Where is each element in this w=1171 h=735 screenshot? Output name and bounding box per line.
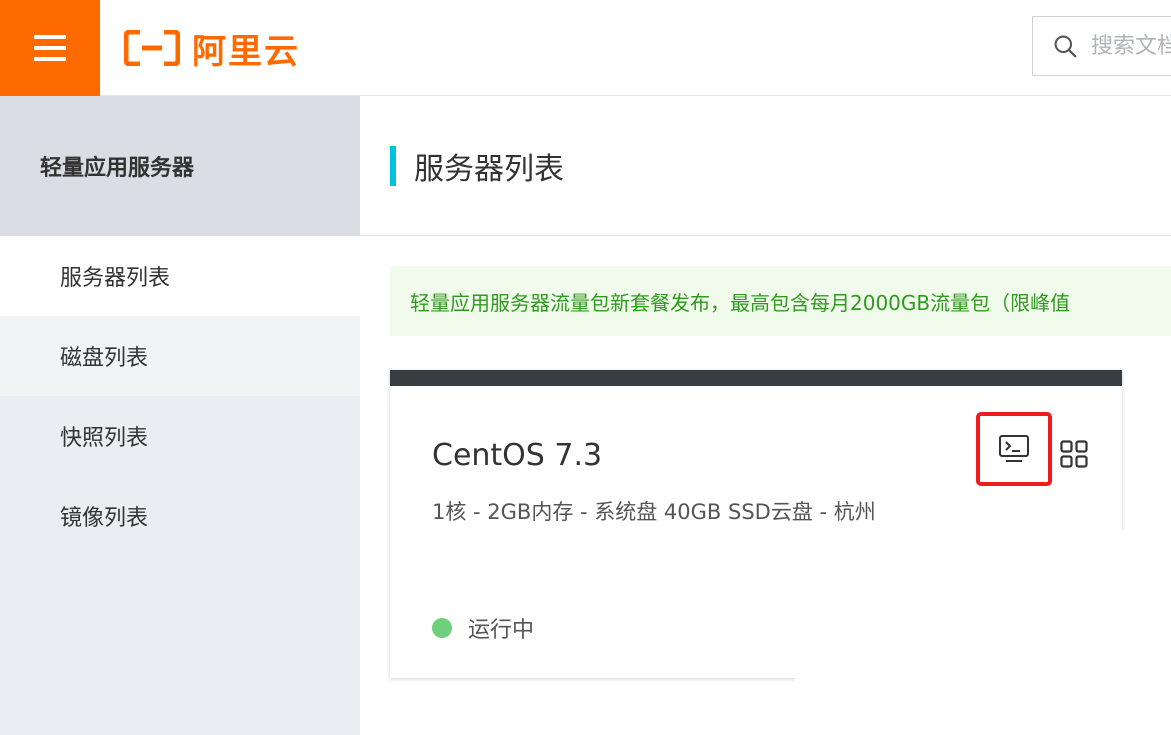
grid-icon[interactable] bbox=[1060, 440, 1088, 468]
server-status: 运行中 bbox=[432, 612, 534, 644]
search-icon bbox=[1054, 35, 1077, 58]
brand-logo[interactable]: 阿里云 bbox=[124, 24, 300, 72]
title-bar: 服务器列表 bbox=[360, 96, 1171, 236]
menu-button[interactable] bbox=[0, 0, 100, 96]
terminal-icon bbox=[999, 435, 1029, 462]
sidebar: 轻量应用服务器 服务器列表 磁盘列表 快照列表 镜像列表 bbox=[0, 96, 360, 735]
server-specs: 1核 - 2GB内存 - 系统盘 40GB SSD云盘 - 杭州 bbox=[432, 500, 876, 524]
search-input[interactable] bbox=[1091, 33, 1171, 59]
remote-connect-button[interactable] bbox=[976, 412, 1052, 486]
sidebar-item-snapshot-list[interactable]: 快照列表 bbox=[0, 396, 360, 476]
aliyun-logo-icon bbox=[124, 30, 180, 66]
sidebar-item-image-list[interactable]: 镜像列表 bbox=[0, 476, 360, 556]
status-dot bbox=[432, 618, 452, 638]
sidebar-item-server-list[interactable]: 服务器列表 bbox=[0, 236, 360, 316]
page-title: 服务器列表 bbox=[414, 151, 564, 187]
server-os-name: CentOS 7.3 bbox=[432, 438, 603, 473]
sidebar-title: 轻量应用服务器 bbox=[0, 96, 360, 236]
sidebar-item-disk-list[interactable]: 磁盘列表 bbox=[0, 316, 360, 396]
title-accent-bar bbox=[390, 145, 396, 186]
top-bar: 阿里云 bbox=[0, 0, 1171, 96]
notice-banner: 轻量应用服务器流量包新套餐发布，最高包含每月2000GB流量包（限峰值 bbox=[390, 266, 1171, 336]
sidebar-item-label: 镜像列表 bbox=[60, 506, 149, 531]
sidebar-item-label: 磁盘列表 bbox=[60, 346, 149, 371]
notice-text: 轻量应用服务器流量包新套餐发布，最高包含每月2000GB流量包（限峰值 bbox=[410, 290, 1071, 315]
sidebar-item-label: 服务器列表 bbox=[60, 266, 171, 291]
menu-icon bbox=[34, 35, 66, 61]
brand-name: 阿里云 bbox=[192, 31, 300, 72]
redacted-area bbox=[795, 530, 1171, 695]
search-box[interactable] bbox=[1032, 16, 1171, 76]
status-label: 运行中 bbox=[468, 618, 535, 643]
sidebar-item-label: 快照列表 bbox=[60, 426, 149, 451]
